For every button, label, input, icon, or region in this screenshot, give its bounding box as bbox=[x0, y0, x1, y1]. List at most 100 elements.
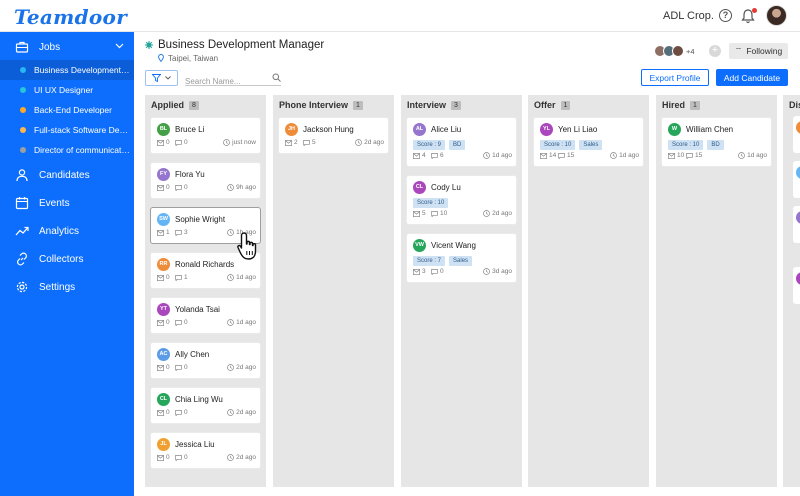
mail-count: 10 bbox=[668, 152, 684, 159]
sidebar-job-label: Full-stack Software Devel... bbox=[34, 125, 130, 135]
candidate-card-partial[interactable] bbox=[793, 116, 800, 153]
filter-button[interactable] bbox=[145, 70, 178, 86]
sidebar-item-jobs[interactable]: Jobs bbox=[0, 34, 134, 60]
sidebar-item-analytics[interactable]: Analytics bbox=[0, 218, 134, 244]
mail-icon bbox=[157, 319, 164, 326]
export-profile-button[interactable]: Export Profile bbox=[641, 69, 709, 86]
candidate-meta: 0 0 9h ago bbox=[157, 184, 256, 193]
sidebar-item-candidates[interactable]: Candidates bbox=[0, 162, 134, 188]
sidebar-item-events[interactable]: Events bbox=[0, 190, 134, 216]
mail-count-value: 0 bbox=[166, 409, 170, 416]
user-avatar[interactable] bbox=[766, 5, 787, 26]
page-title: Business Development Manager bbox=[158, 39, 325, 51]
followers[interactable]: +4 bbox=[654, 44, 695, 58]
organization-name[interactable]: ADL Crop. bbox=[663, 10, 714, 22]
candidate-avatar: AC bbox=[157, 348, 170, 361]
candidate-tags: Score : 10 BD bbox=[668, 140, 724, 150]
candidate-meta: 0 0 2d ago bbox=[157, 454, 256, 463]
candidate-card[interactable]: VW Vicent Wang Score : 7 Sales 3 0 3d ago bbox=[406, 233, 517, 283]
comment-count: 0 bbox=[175, 364, 188, 371]
column-offer: Offer 1 YL Yen Li Liao Score : 10 Sales 14 15 1d… bbox=[528, 95, 649, 487]
candidate-card[interactable]: JL Jessica Liu 0 0 2d ago bbox=[150, 432, 261, 469]
mail-icon bbox=[413, 268, 420, 275]
candidate-avatar bbox=[796, 272, 800, 285]
comment-icon bbox=[175, 409, 182, 416]
candidate-avatar bbox=[796, 121, 800, 134]
last-activity: 1d ago bbox=[738, 152, 767, 159]
candidate-card-partial[interactable] bbox=[793, 161, 800, 198]
clock-icon bbox=[223, 139, 230, 146]
candidate-name: Alice Liu bbox=[431, 125, 462, 134]
candidate-card[interactable]: BL Bruce Li 0 0 just now bbox=[150, 117, 261, 154]
search-input[interactable] bbox=[185, 74, 265, 89]
candidate-tags: Score : 10 Sales bbox=[540, 140, 603, 150]
sidebar-job-item[interactable]: UI UX Designer bbox=[0, 80, 134, 100]
sidebar-job-item[interactable]: Back-End Developer bbox=[0, 100, 134, 120]
mail-count: 14 bbox=[540, 152, 556, 159]
mail-count-value: 1 bbox=[166, 229, 170, 236]
mail-icon bbox=[413, 152, 420, 159]
comment-count-value: 0 bbox=[184, 184, 188, 191]
mail-count-value: 0 bbox=[166, 184, 170, 191]
candidate-meta: 0 0 2d ago bbox=[157, 364, 256, 373]
comment-count-value: 3 bbox=[184, 229, 188, 236]
add-candidate-button[interactable]: Add Candidate bbox=[716, 69, 788, 86]
candidate-name: William Chen bbox=[686, 125, 734, 134]
comment-count-value: 15 bbox=[695, 152, 703, 159]
candidate-card[interactable]: YT Yolanda Tsai 0 0 1d ago bbox=[150, 297, 261, 334]
sidebar-item-collectors[interactable]: Collectors bbox=[0, 246, 134, 272]
candidate-card[interactable]: W William Chen Score : 10 BD 10 15 1d ago bbox=[661, 117, 772, 167]
column-title: Applied bbox=[151, 100, 184, 110]
comment-icon bbox=[303, 139, 310, 146]
candidate-card-partial[interactable] bbox=[793, 267, 800, 304]
sidebar-item-label: Events bbox=[39, 197, 70, 209]
candidate-tags: Score : 9 BD bbox=[413, 140, 466, 150]
column-title: Interview bbox=[407, 100, 447, 110]
following-button[interactable]: ⌔ Following bbox=[729, 43, 788, 59]
sidebar-job-item[interactable]: Director of communicatio... bbox=[0, 140, 134, 160]
mail-count: 0 bbox=[157, 454, 170, 461]
candidate-card-partial[interactable] bbox=[793, 206, 800, 243]
last-activity: 2d ago bbox=[227, 454, 256, 461]
sidebar-item-settings[interactable]: Settings bbox=[0, 274, 134, 300]
candidate-card[interactable]: FY Flora Yu 0 0 9h ago bbox=[150, 162, 261, 199]
sidebar-item-label: Analytics bbox=[39, 225, 80, 237]
mail-count: 0 bbox=[157, 409, 170, 416]
app-logo[interactable]: Teamdoor bbox=[14, 5, 127, 29]
last-activity-value: 1d ago bbox=[492, 152, 512, 159]
candidate-card[interactable]: AC Ally Chen 0 0 2d ago bbox=[150, 342, 261, 379]
candidate-card[interactable]: CL Cody Lu Score : 10 5 10 2d ago bbox=[406, 175, 517, 225]
job-location-text: Taipei, Taiwan bbox=[168, 54, 219, 63]
filter-icon bbox=[152, 74, 161, 82]
mail-count-value: 14 bbox=[549, 152, 557, 159]
job-color-dot bbox=[20, 127, 26, 133]
comment-count: 0 bbox=[175, 319, 188, 326]
candidate-card[interactable]: JH Jackson Hung 2 5 2d ago bbox=[278, 117, 389, 154]
last-activity: 1d ago bbox=[610, 152, 639, 159]
comment-count-value: 1 bbox=[184, 274, 188, 281]
clock-icon bbox=[227, 409, 234, 416]
candidate-card[interactable]: CL Chia Ling Wu 0 0 2d ago bbox=[150, 387, 261, 424]
candidate-tag: Sales bbox=[449, 256, 473, 266]
candidate-tags: Score : 7 Sales bbox=[413, 256, 473, 266]
last-activity: 2d ago bbox=[355, 139, 384, 146]
sidebar-job-item[interactable]: Business Development M... bbox=[0, 60, 134, 80]
job-status-icon bbox=[145, 41, 153, 49]
comment-icon bbox=[686, 152, 693, 159]
candidate-meta: 14 15 1d ago bbox=[540, 152, 639, 161]
clock-icon bbox=[483, 152, 490, 159]
comment-icon bbox=[175, 139, 182, 146]
help-icon[interactable]: ? bbox=[719, 9, 732, 22]
candidate-meta: 10 15 1d ago bbox=[668, 152, 767, 161]
comment-count: 0 bbox=[175, 184, 188, 191]
candidate-card[interactable]: YL Yen Li Liao Score : 10 Sales 14 15 1d ago bbox=[533, 117, 644, 167]
search-icon[interactable] bbox=[272, 73, 281, 82]
candidate-card[interactable]: AL Alice Liu Score : 9 BD 4 6 1d ago bbox=[406, 117, 517, 167]
candidate-tags: Score : 10 bbox=[413, 198, 449, 208]
mail-count: 5 bbox=[413, 210, 426, 217]
chevron-down-icon[interactable] bbox=[115, 43, 124, 49]
sidebar-item-label: Candidates bbox=[39, 169, 90, 181]
mail-count: 0 bbox=[157, 319, 170, 326]
sidebar-job-item[interactable]: Full-stack Software Devel... bbox=[0, 120, 134, 140]
add-follower-button[interactable]: + bbox=[709, 45, 721, 57]
